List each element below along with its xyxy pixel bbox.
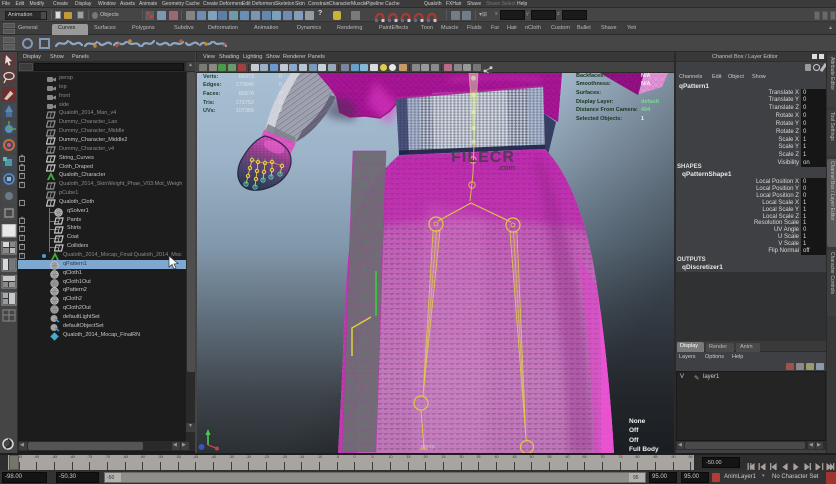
svg-text:persp: persp (421, 444, 435, 450)
svg-text:.com: .com (497, 163, 515, 172)
